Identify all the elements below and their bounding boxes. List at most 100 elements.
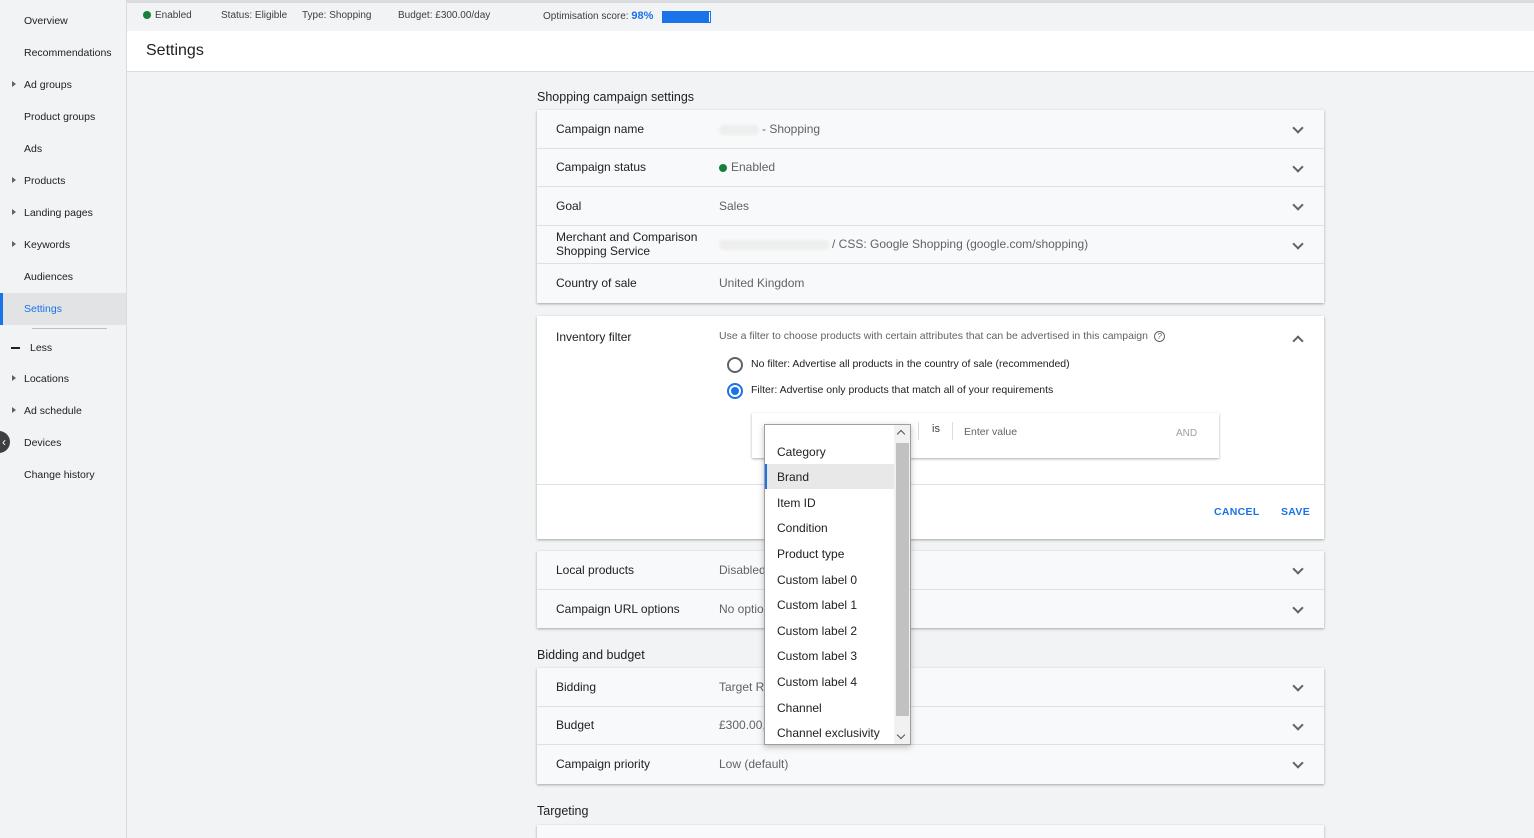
setting-label: Country of sale	[556, 276, 637, 291]
sidebar-item-change-history[interactable]: Change history	[0, 459, 126, 491]
dropdown-option[interactable]: Custom label 2	[765, 618, 894, 643]
sidebar-item-recommendations[interactable]: Recommendations	[0, 37, 126, 69]
chevron-down-icon[interactable]	[1292, 757, 1304, 769]
optimisation-score-fill	[663, 12, 710, 22]
filter-value-input[interactable]	[964, 422, 1154, 442]
inventory-filter-card: Inventory filter Use a filter to choose …	[537, 316, 1324, 539]
setting-row-country-of-sale: Country of sale United Kingdom	[537, 264, 1324, 303]
no-filter-radio[interactable]	[727, 357, 743, 373]
optimisation-score[interactable]: Optimisation score: 98%	[543, 10, 653, 22]
optimisation-score-label: Optimisation score:	[543, 11, 629, 22]
setting-value: Target R	[719, 679, 765, 694]
filter-operator[interactable]: is	[932, 423, 940, 435]
setting-label: Campaign status	[556, 160, 647, 175]
chevron-down-icon[interactable]	[1292, 680, 1304, 692]
campaign-type: Type: Shopping	[302, 10, 372, 21]
enabled-status[interactable]: Enabled	[143, 10, 192, 21]
sidebar-item-locations[interactable]: Locations	[0, 363, 126, 395]
help-icon[interactable]: ?	[1153, 331, 1165, 342]
dropdown-option[interactable]: Product type	[765, 541, 894, 566]
setting-row-budget[interactable]: Budget £300.00,	[537, 707, 1324, 745]
sidebar-less-toggle[interactable]: Less	[0, 333, 126, 363]
chevron-down-icon[interactable]	[1292, 122, 1304, 134]
setting-value: No optio	[719, 601, 764, 616]
scroll-down-icon[interactable]	[896, 730, 906, 740]
sidebar-item-label: Recommendations	[24, 47, 112, 59]
setting-label: Campaign URL options	[556, 601, 680, 616]
dropdown-option[interactable]: Custom label 1	[765, 592, 894, 617]
inventory-filter-description: Use a filter to choose products with cer…	[719, 330, 1165, 342]
setting-row-campaign-status[interactable]: Campaign status Enabled	[537, 149, 1324, 187]
setting-row-campaign-name[interactable]: Campaign name - Shopping	[537, 110, 1324, 149]
no-filter-label[interactable]: No filter: Advertise all products in the…	[751, 358, 1070, 370]
sidebar-item-ad-schedule[interactable]: Ad schedule	[0, 395, 126, 427]
dropdown-option[interactable]: Category	[765, 439, 894, 464]
setting-row-bidding[interactable]: Bidding Target R	[537, 668, 1324, 707]
sidebar-item-label: Ad groups	[24, 79, 72, 91]
sidebar-item-ad-groups[interactable]: Ad groups	[0, 69, 126, 101]
sidebar-item-label: Devices	[24, 437, 62, 449]
sidebar-item-label: Keywords	[24, 239, 71, 251]
attribute-dropdown[interactable]: Category Brand Item ID Condition Product…	[764, 424, 911, 745]
filter-radio[interactable]	[727, 383, 743, 399]
sidebar-item-product-groups[interactable]: Product groups	[0, 101, 126, 133]
caret-right-icon	[12, 241, 16, 247]
sidebar-item-audiences[interactable]: Audiences	[0, 261, 126, 293]
chevron-down-icon[interactable]	[1292, 160, 1304, 173]
dropdown-option[interactable]: Custom label 4	[765, 669, 894, 694]
sidebar-item-label: Products	[24, 175, 66, 187]
setting-row-campaign-priority[interactable]: Campaign priority Low (default)	[537, 745, 1324, 784]
dropdown-option-highlighted[interactable]: Brand	[765, 464, 894, 489]
filter-separator	[918, 422, 919, 440]
setting-label: Local products	[556, 562, 635, 577]
eligibility-status: Status: Eligible	[221, 10, 288, 21]
sidebar-item-label: Landing pages	[24, 207, 93, 219]
sidebar-item-settings[interactable]: Settings	[0, 293, 126, 325]
targeting-section-title: Targeting	[537, 804, 589, 818]
setting-value-text: - Shopping	[762, 121, 821, 136]
shopping-settings-title: Shopping campaign settings	[537, 90, 695, 104]
setting-row-local-products[interactable]: Local products Disabled	[537, 551, 1324, 590]
filter-separator	[952, 422, 953, 440]
dropdown-option[interactable]: Condition	[765, 515, 894, 540]
sidebar-item-keywords[interactable]: Keywords	[0, 229, 126, 261]
sidebar-item-products[interactable]: Products	[0, 165, 126, 197]
chevron-down-icon[interactable]	[1292, 563, 1304, 575]
chevron-down-icon[interactable]	[1292, 718, 1304, 731]
chevron-up-icon[interactable]	[1292, 335, 1304, 347]
sidebar-item-overview[interactable]: Overview	[0, 5, 126, 37]
cancel-button[interactable]: CANCEL	[1214, 506, 1260, 518]
dropdown-option[interactable]: Item ID	[765, 490, 894, 515]
caret-right-icon	[12, 209, 16, 215]
sidebar-item-label: Locations	[24, 373, 69, 385]
sidebar-item-label: Ads	[24, 143, 43, 155]
dropdown-option[interactable]: Custom label 3	[765, 643, 894, 668]
setting-label: Goal	[556, 198, 582, 213]
sidebar-item-ads[interactable]: Ads	[0, 133, 126, 165]
filter-label[interactable]: Filter: Advertise only products that mat…	[751, 384, 1053, 396]
setting-row-goal[interactable]: Goal Sales	[537, 187, 1324, 226]
dropdown-option[interactable]: Channel	[765, 695, 894, 720]
sidebar-item-devices[interactable]: Devices	[0, 427, 126, 459]
dropdown-option[interactable]: Channel exclusivity	[765, 720, 894, 744]
bidding-section-title: Bidding and budget	[537, 648, 645, 662]
setting-row-merchant[interactable]: Merchant and Comparison Shopping Service…	[537, 226, 1324, 264]
inventory-filter-description-text: Use a filter to choose products with cer…	[719, 330, 1148, 342]
dropdown-option[interactable]: Custom label 0	[765, 567, 894, 592]
sidebar-item-label: Overview	[24, 15, 68, 27]
setting-value: Disabled	[719, 562, 766, 577]
chevron-down-icon[interactable]	[1292, 199, 1304, 211]
scrollbar-thumb[interactable]	[896, 443, 909, 716]
dropdown-scrollbar[interactable]	[894, 425, 910, 744]
save-button[interactable]: SAVE	[1281, 506, 1310, 518]
chevron-down-icon[interactable]	[1292, 237, 1304, 250]
minus-icon	[11, 347, 20, 349]
setting-row-campaign-url-options[interactable]: Campaign URL options No optio	[537, 590, 1324, 629]
inventory-filter-divider	[537, 484, 1324, 485]
sidebar-item-landing-pages[interactable]: Landing pages	[0, 197, 126, 229]
campaign-status-bar: Enabled Status: Eligible Type: Shopping …	[127, 0, 1534, 31]
chevron-down-icon[interactable]	[1292, 601, 1304, 614]
and-button[interactable]: AND	[1176, 428, 1197, 439]
setting-value: £300.00,	[719, 718, 766, 733]
scroll-up-icon[interactable]	[896, 429, 906, 439]
